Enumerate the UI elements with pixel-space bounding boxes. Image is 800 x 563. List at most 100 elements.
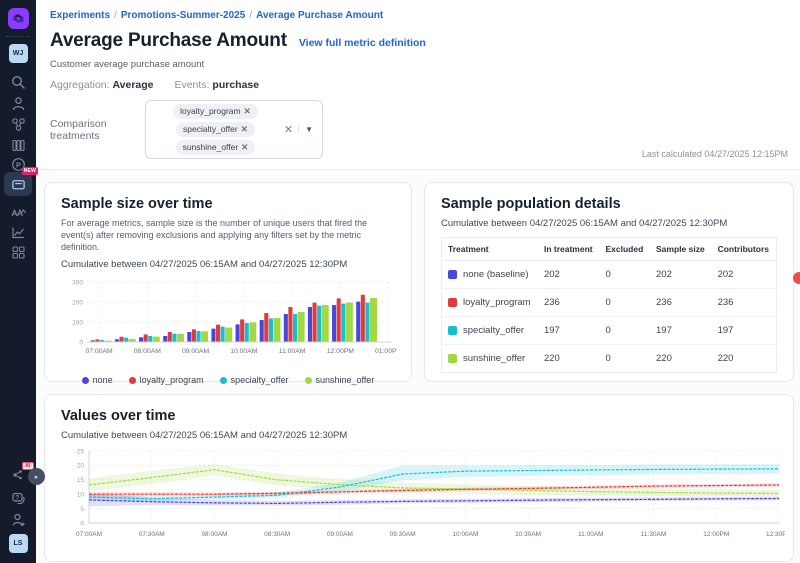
table-cell: 202: [712, 261, 777, 289]
sidebar-item-users[interactable]: [0, 95, 36, 112]
legend-item[interactable]: specialty_offer: [220, 375, 289, 385]
legend-dot: [82, 377, 89, 384]
legend-dot: [305, 377, 312, 384]
table-cell: 236: [650, 289, 712, 317]
notification-dot[interactable]: [793, 272, 800, 284]
table-cell: 0: [600, 261, 651, 289]
values-title: Values over time: [61, 408, 777, 424]
sidebar-item-dashboards[interactable]: [0, 244, 36, 261]
treatment-chip[interactable]: sunshine_offer✕: [176, 140, 256, 155]
columns-icon: [10, 137, 27, 154]
legend-item[interactable]: none: [82, 375, 113, 385]
line-chart-icon: [10, 224, 27, 241]
svg-text:200: 200: [72, 300, 83, 307]
svg-text:09:00AM: 09:00AM: [182, 348, 210, 355]
workspace-avatar: WJ: [9, 44, 28, 63]
table-cell: 220: [712, 345, 777, 373]
last-calculated: Last calculated 04/27/2025 12:15PM: [642, 149, 788, 159]
sidebar-item-experiments[interactable]: [0, 204, 36, 221]
person-plus-icon: [10, 511, 27, 528]
chip-remove-icon[interactable]: ✕: [244, 106, 251, 116]
chip-remove-icon[interactable]: ✕: [241, 142, 248, 152]
table-cell: 0: [600, 317, 651, 345]
sidebar-divider: [6, 36, 30, 37]
page-title: Average Purchase Amount: [50, 30, 287, 52]
user-menu[interactable]: LS: [0, 534, 36, 553]
breadcrumb-separator: /: [249, 10, 252, 21]
aggregation-label: Aggregation:: [50, 79, 110, 91]
svg-text:10: 10: [77, 492, 85, 499]
svg-text:25: 25: [77, 448, 85, 455]
panel-collapse-handle[interactable]: ▸: [28, 468, 45, 485]
sample-size-bar-chart: 010020030007:00AM08:00AM09:00AM10:00AM11…: [61, 274, 395, 373]
treatment-color-swatch: [448, 354, 457, 363]
legend-dot: [129, 377, 136, 384]
breadcrumb-separator: /: [114, 10, 117, 21]
svg-text:07:30AM: 07:30AM: [139, 531, 165, 538]
comparison-treatments-select[interactable]: loyalty_program✕specialty_offer✕sunshine…: [145, 100, 323, 159]
table-row: none (baseline)2020202202: [442, 261, 777, 289]
table-header: Contributors: [712, 238, 777, 261]
breadcrumb-item[interactable]: Average Purchase Amount: [256, 10, 383, 21]
search-icon: [10, 74, 27, 91]
svg-text:15: 15: [77, 477, 85, 484]
sidebar-item-search[interactable]: [0, 74, 36, 91]
user-avatar: LS: [9, 534, 28, 553]
svg-text:08:30AM: 08:30AM: [264, 531, 290, 538]
clear-all-icon[interactable]: ✕: [279, 123, 298, 136]
sample-size-card: Sample size over time For average metric…: [44, 182, 412, 382]
view-metric-definition-link[interactable]: View full metric definition: [299, 37, 426, 49]
svg-text:11:00AM: 11:00AM: [578, 531, 604, 538]
legend-label: loyalty_program: [140, 375, 204, 385]
table-cell: 236: [538, 289, 600, 317]
breadcrumb-item[interactable]: Experiments: [50, 10, 110, 21]
svg-text:01:00PM: 01:00PM: [375, 348, 397, 355]
population-cumulative: Cumulative between 04/27/2025 06:15AM an…: [441, 218, 777, 229]
sidebar-item-columns[interactable]: [0, 137, 36, 154]
svg-text:08:00AM: 08:00AM: [134, 348, 162, 355]
treatment-color-swatch: [448, 298, 457, 307]
svg-text:5: 5: [80, 506, 84, 513]
svg-text:09:00AM: 09:00AM: [327, 531, 353, 538]
table-cell: 220: [650, 345, 712, 373]
table-header: Treatment: [442, 238, 538, 261]
breadcrumb-item[interactable]: Promotions-Summer-2025: [121, 10, 245, 21]
legend-item[interactable]: sunshine_offer: [305, 375, 375, 385]
treatment-chip[interactable]: specialty_offer✕: [176, 122, 255, 137]
chip-label: loyalty_program: [180, 106, 240, 116]
sidebar-item-help[interactable]: ?: [0, 490, 36, 507]
sidebar-item-insights[interactable]: [0, 224, 36, 241]
sidebar-item-gates[interactable]: [0, 116, 36, 133]
table-cell: 202: [538, 261, 600, 289]
svg-text:100: 100: [72, 320, 83, 327]
grid-icon: [10, 244, 27, 261]
svg-text:12:00PM: 12:00PM: [327, 348, 355, 355]
metric-subtitle: Customer average purchase amount: [50, 59, 786, 70]
treatment-chip[interactable]: loyalty_program ✕: [173, 104, 258, 119]
help-chat-icon: ?: [10, 490, 27, 507]
legend-label: specialty_offer: [231, 375, 289, 385]
treatment-name: none (baseline): [463, 269, 529, 280]
app-logo[interactable]: [0, 8, 36, 29]
treatment-name: specialty_offer: [463, 325, 524, 336]
legend-item[interactable]: loyalty_program: [129, 375, 204, 385]
main-content: Experiments / Promotions-Summer-2025 / Avera…: [36, 0, 800, 563]
breadcrumb: Experiments / Promotions-Summer-2025 / Avera…: [50, 10, 786, 21]
workspace-switcher[interactable]: WJ: [0, 44, 36, 63]
sample-size-cumulative: Cumulative between 04/27/2025 06:15AM an…: [61, 259, 395, 270]
sidebar-item-invite[interactable]: [0, 511, 36, 528]
svg-text:11:00AM: 11:00AM: [279, 348, 306, 355]
svg-text:12:30PM: 12:30PM: [766, 531, 785, 538]
ab-test-icon: [10, 204, 27, 221]
ai-sparkle-icon: AI: [10, 466, 27, 483]
chip-label: specialty_offer: [183, 124, 238, 134]
table-cell: 236: [712, 289, 777, 317]
chevron-down-icon[interactable]: ▼: [298, 125, 316, 134]
table-cell: 197: [650, 317, 712, 345]
values-line-chart: 051015202507:00AM07:30AM08:00AM08:30AM09…: [61, 445, 777, 554]
metric-card-icon: [11, 177, 26, 192]
sidebar-item-metrics-selected[interactable]: NEW: [0, 172, 36, 196]
chip-remove-icon[interactable]: ✕: [241, 124, 248, 134]
svg-text:07:00AM: 07:00AM: [85, 348, 113, 355]
aggregation-row: Aggregation: Average Events: purchase: [50, 79, 786, 91]
